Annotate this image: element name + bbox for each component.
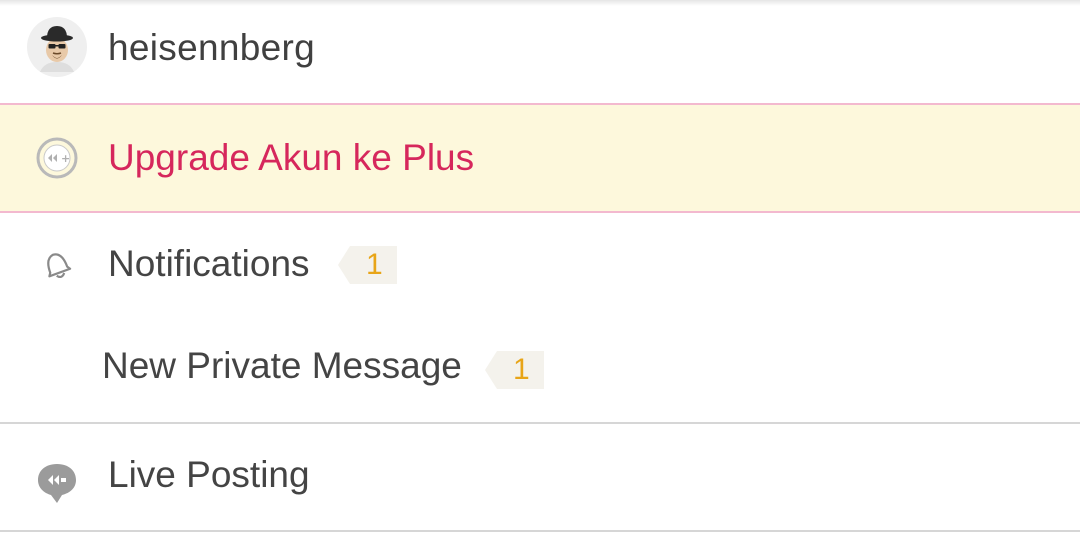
live-posting-label: Live Posting xyxy=(108,454,310,495)
private-message-count-badge: 1 xyxy=(485,351,544,389)
live-posting-chat-icon xyxy=(26,451,88,513)
notifications-item[interactable]: Notifications 1 xyxy=(0,213,1080,316)
svg-text:+: + xyxy=(61,152,70,165)
upgrade-account-item[interactable]: + Upgrade Akun ke Plus xyxy=(0,103,1080,213)
heisenberg-avatar-icon xyxy=(27,17,87,77)
avatar xyxy=(26,16,88,78)
kaskus-plus-icon: + xyxy=(26,127,88,189)
private-message-label: New Private Message xyxy=(102,345,462,386)
private-message-item[interactable]: New Private Message 1 xyxy=(0,316,1080,424)
bell-icon xyxy=(26,234,88,296)
user-profile-item[interactable]: heisennberg xyxy=(0,0,1080,103)
upgrade-label: Upgrade Akun ke Plus xyxy=(108,137,475,178)
username: heisennberg xyxy=(108,27,315,68)
notifications-label: Notifications xyxy=(108,243,310,284)
navigation-menu: heisennberg + Upgrade Akun ke Plus Notif xyxy=(0,0,1080,550)
live-posting-item[interactable]: Live Posting xyxy=(0,424,1080,532)
notifications-count-badge: 1 xyxy=(338,246,397,284)
